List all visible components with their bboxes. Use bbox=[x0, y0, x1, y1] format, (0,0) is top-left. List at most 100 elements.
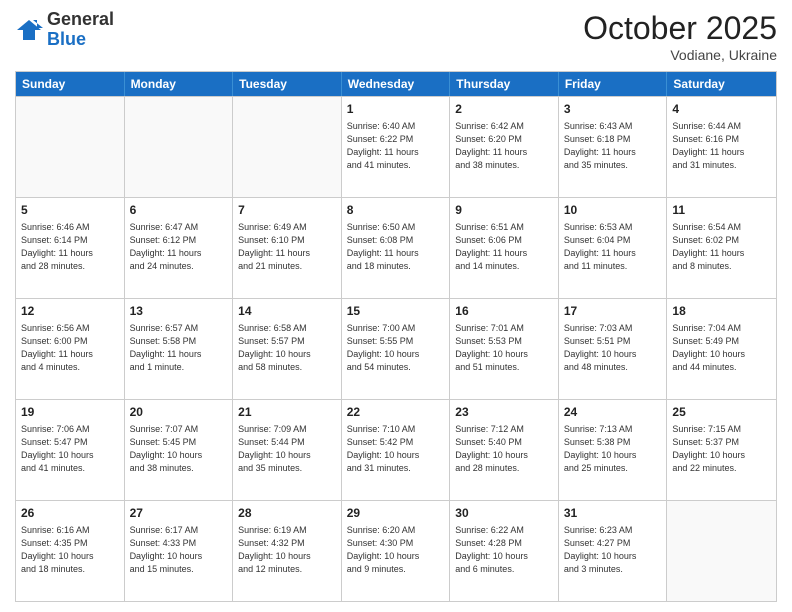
cell-date: 1 bbox=[347, 101, 445, 118]
cell-info: Sunrise: 6:44 AM Sunset: 6:16 PM Dayligh… bbox=[672, 120, 771, 172]
weekday-header: Wednesday bbox=[342, 72, 451, 96]
cell-date: 12 bbox=[21, 303, 119, 320]
cell-date: 25 bbox=[672, 404, 771, 421]
cell-date: 5 bbox=[21, 202, 119, 219]
cell-date: 11 bbox=[672, 202, 771, 219]
logo-icon bbox=[15, 16, 43, 44]
calendar-body: 1Sunrise: 6:40 AM Sunset: 6:22 PM Daylig… bbox=[16, 96, 776, 601]
cell-info: Sunrise: 6:49 AM Sunset: 6:10 PM Dayligh… bbox=[238, 221, 336, 273]
cell-info: Sunrise: 6:22 AM Sunset: 4:28 PM Dayligh… bbox=[455, 524, 553, 576]
cell-date: 7 bbox=[238, 202, 336, 219]
cell-date: 3 bbox=[564, 101, 662, 118]
calendar-cell: 18 Sunrise: 7:04 AM Sunset: 5:49 PM Dayli… bbox=[667, 299, 776, 399]
month-title: October 2025 bbox=[583, 10, 777, 47]
cell-date: 14 bbox=[238, 303, 336, 320]
cell-info: Sunrise: 6:56 AM Sunset: 6:00 PM Dayligh… bbox=[21, 322, 119, 374]
cell-date: 13 bbox=[130, 303, 228, 320]
calendar: SundayMondayTuesdayWednesdayThursdayFrid… bbox=[15, 71, 777, 602]
calendar-cell: 6 Sunrise: 6:47 AM Sunset: 6:12 PM Daylig… bbox=[125, 198, 234, 298]
calendar-cell: 25 Sunrise: 7:15 AM Sunset: 5:37 PM Dayli… bbox=[667, 400, 776, 500]
calendar-cell bbox=[233, 97, 342, 197]
cell-info: Sunrise: 7:12 AM Sunset: 5:40 PM Dayligh… bbox=[455, 423, 553, 475]
cell-date: 16 bbox=[455, 303, 553, 320]
cell-info: Sunrise: 7:10 AM Sunset: 5:42 PM Dayligh… bbox=[347, 423, 445, 475]
cell-info: Sunrise: 6:47 AM Sunset: 6:12 PM Dayligh… bbox=[130, 221, 228, 273]
calendar-row: 5Sunrise: 6:46 AM Sunset: 6:14 PM Daylig… bbox=[16, 197, 776, 298]
cell-date: 21 bbox=[238, 404, 336, 421]
calendar-cell bbox=[125, 97, 234, 197]
cell-info: Sunrise: 6:16 AM Sunset: 4:35 PM Dayligh… bbox=[21, 524, 119, 576]
calendar-cell: 4 Sunrise: 6:44 AM Sunset: 6:16 PM Daylig… bbox=[667, 97, 776, 197]
cell-info: Sunrise: 6:54 AM Sunset: 6:02 PM Dayligh… bbox=[672, 221, 771, 273]
calendar-cell: 15Sunrise: 7:00 AM Sunset: 5:55 PM Dayli… bbox=[342, 299, 451, 399]
cell-date: 24 bbox=[564, 404, 662, 421]
cell-date: 22 bbox=[347, 404, 445, 421]
cell-date: 8 bbox=[347, 202, 445, 219]
calendar-cell: 5Sunrise: 6:46 AM Sunset: 6:14 PM Daylig… bbox=[16, 198, 125, 298]
cell-date: 31 bbox=[564, 505, 662, 522]
weekday-header: Monday bbox=[125, 72, 234, 96]
cell-info: Sunrise: 7:01 AM Sunset: 5:53 PM Dayligh… bbox=[455, 322, 553, 374]
cell-info: Sunrise: 7:04 AM Sunset: 5:49 PM Dayligh… bbox=[672, 322, 771, 374]
cell-date: 4 bbox=[672, 101, 771, 118]
cell-info: Sunrise: 6:51 AM Sunset: 6:06 PM Dayligh… bbox=[455, 221, 553, 273]
calendar-cell: 26 Sunrise: 6:16 AM Sunset: 4:35 PM Dayli… bbox=[16, 501, 125, 601]
calendar-cell: 22 Sunrise: 7:10 AM Sunset: 5:42 PM Dayli… bbox=[342, 400, 451, 500]
calendar-cell: 14 Sunrise: 6:58 AM Sunset: 5:57 PM Dayli… bbox=[233, 299, 342, 399]
cell-date: 10 bbox=[564, 202, 662, 219]
calendar-row: 1Sunrise: 6:40 AM Sunset: 6:22 PM Daylig… bbox=[16, 96, 776, 197]
calendar-cell: 30 Sunrise: 6:22 AM Sunset: 4:28 PM Dayli… bbox=[450, 501, 559, 601]
calendar-cell: 16 Sunrise: 7:01 AM Sunset: 5:53 PM Dayli… bbox=[450, 299, 559, 399]
cell-date: 28 bbox=[238, 505, 336, 522]
cell-date: 17 bbox=[564, 303, 662, 320]
cell-info: Sunrise: 7:00 AM Sunset: 5:55 PM Dayligh… bbox=[347, 322, 445, 374]
cell-date: 29 bbox=[347, 505, 445, 522]
calendar-cell: 10Sunrise: 6:53 AM Sunset: 6:04 PM Dayli… bbox=[559, 198, 668, 298]
calendar-cell: 1Sunrise: 6:40 AM Sunset: 6:22 PM Daylig… bbox=[342, 97, 451, 197]
weekday-header: Sunday bbox=[16, 72, 125, 96]
calendar-cell: 27Sunrise: 6:17 AM Sunset: 4:33 PM Dayli… bbox=[125, 501, 234, 601]
cell-date: 9 bbox=[455, 202, 553, 219]
calendar-cell bbox=[667, 501, 776, 601]
cell-info: Sunrise: 7:06 AM Sunset: 5:47 PM Dayligh… bbox=[21, 423, 119, 475]
calendar-cell: 2Sunrise: 6:42 AM Sunset: 6:20 PM Daylig… bbox=[450, 97, 559, 197]
calendar-cell: 21 Sunrise: 7:09 AM Sunset: 5:44 PM Dayli… bbox=[233, 400, 342, 500]
calendar-row: 19Sunrise: 7:06 AM Sunset: 5:47 PM Dayli… bbox=[16, 399, 776, 500]
calendar-cell: 23Sunrise: 7:12 AM Sunset: 5:40 PM Dayli… bbox=[450, 400, 559, 500]
title-block: October 2025 Vodiane, Ukraine bbox=[583, 10, 777, 63]
cell-date: 26 bbox=[21, 505, 119, 522]
cell-date: 18 bbox=[672, 303, 771, 320]
calendar-row: 26 Sunrise: 6:16 AM Sunset: 4:35 PM Dayli… bbox=[16, 500, 776, 601]
cell-info: Sunrise: 6:42 AM Sunset: 6:20 PM Dayligh… bbox=[455, 120, 553, 172]
calendar-cell: 19Sunrise: 7:06 AM Sunset: 5:47 PM Dayli… bbox=[16, 400, 125, 500]
calendar-cell: 11 Sunrise: 6:54 AM Sunset: 6:02 PM Dayli… bbox=[667, 198, 776, 298]
location: Vodiane, Ukraine bbox=[583, 47, 777, 63]
cell-info: Sunrise: 7:07 AM Sunset: 5:45 PM Dayligh… bbox=[130, 423, 228, 475]
cell-info: Sunrise: 7:15 AM Sunset: 5:37 PM Dayligh… bbox=[672, 423, 771, 475]
cell-info: Sunrise: 7:09 AM Sunset: 5:44 PM Dayligh… bbox=[238, 423, 336, 475]
header: General Blue October 2025 Vodiane, Ukrai… bbox=[15, 10, 777, 63]
weekday-header: Friday bbox=[559, 72, 668, 96]
calendar-cell: 8Sunrise: 6:50 AM Sunset: 6:08 PM Daylig… bbox=[342, 198, 451, 298]
cell-info: Sunrise: 6:58 AM Sunset: 5:57 PM Dayligh… bbox=[238, 322, 336, 374]
logo-blue-text: Blue bbox=[47, 29, 86, 49]
cell-date: 6 bbox=[130, 202, 228, 219]
cell-date: 20 bbox=[130, 404, 228, 421]
calendar-header: SundayMondayTuesdayWednesdayThursdayFrid… bbox=[16, 72, 776, 96]
calendar-cell: 12 Sunrise: 6:56 AM Sunset: 6:00 PM Dayli… bbox=[16, 299, 125, 399]
calendar-cell: 17Sunrise: 7:03 AM Sunset: 5:51 PM Dayli… bbox=[559, 299, 668, 399]
cell-info: Sunrise: 6:57 AM Sunset: 5:58 PM Dayligh… bbox=[130, 322, 228, 374]
calendar-cell: 13 Sunrise: 6:57 AM Sunset: 5:58 PM Dayli… bbox=[125, 299, 234, 399]
cell-info: Sunrise: 6:19 AM Sunset: 4:32 PM Dayligh… bbox=[238, 524, 336, 576]
cell-date: 30 bbox=[455, 505, 553, 522]
calendar-cell: 29Sunrise: 6:20 AM Sunset: 4:30 PM Dayli… bbox=[342, 501, 451, 601]
calendar-cell: 9 Sunrise: 6:51 AM Sunset: 6:06 PM Daylig… bbox=[450, 198, 559, 298]
calendar-cell bbox=[16, 97, 125, 197]
cell-info: Sunrise: 7:13 AM Sunset: 5:38 PM Dayligh… bbox=[564, 423, 662, 475]
weekday-header: Tuesday bbox=[233, 72, 342, 96]
page: General Blue October 2025 Vodiane, Ukrai… bbox=[0, 0, 792, 612]
calendar-row: 12 Sunrise: 6:56 AM Sunset: 6:00 PM Dayli… bbox=[16, 298, 776, 399]
weekday-header: Thursday bbox=[450, 72, 559, 96]
logo-general-text: General bbox=[47, 9, 114, 29]
cell-date: 27 bbox=[130, 505, 228, 522]
